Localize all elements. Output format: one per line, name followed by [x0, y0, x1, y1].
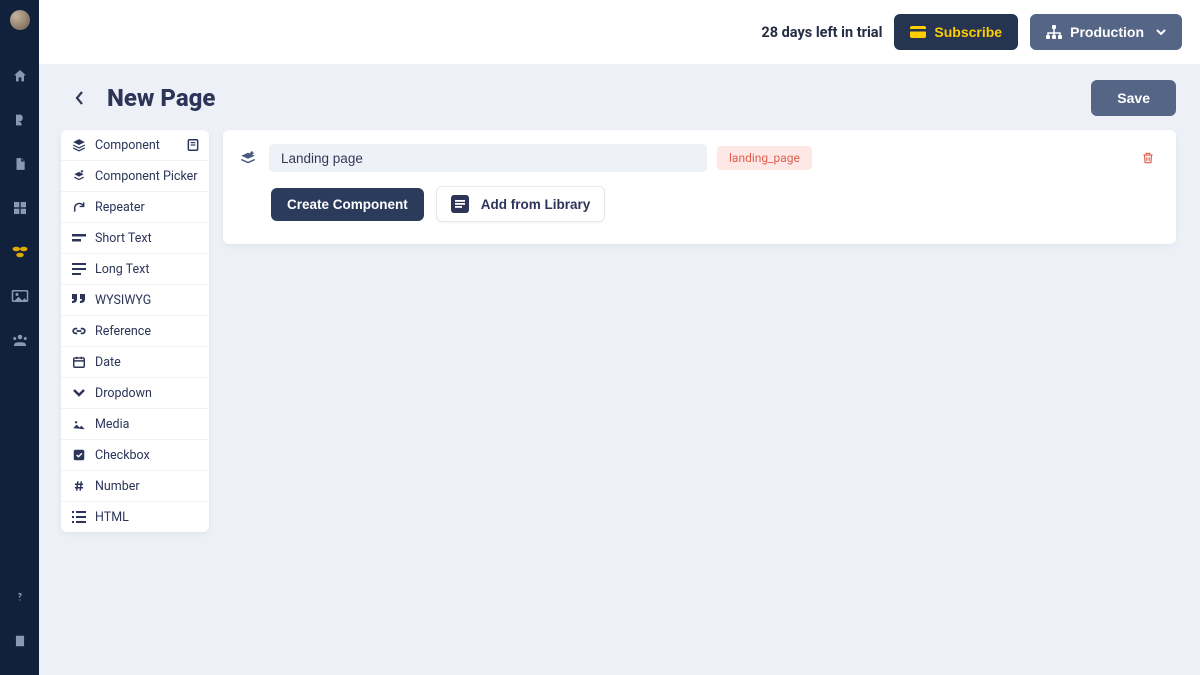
field-type-label: HTML	[95, 510, 129, 525]
short-text-icon	[71, 230, 87, 246]
nav-users-icon[interactable]	[0, 318, 39, 362]
nav-blog-icon[interactable]	[0, 98, 39, 142]
add-from-library-button[interactable]: Add from Library	[436, 186, 606, 222]
chevron-down-icon	[1156, 29, 1166, 35]
add-from-library-label: Add from Library	[481, 197, 591, 212]
layers-plus-icon	[71, 168, 87, 184]
subscribe-button[interactable]: Subscribe	[894, 14, 1018, 50]
field-type-label: Media	[95, 417, 129, 432]
drag-handle-icon[interactable]	[237, 147, 259, 169]
field-type-checkbox[interactable]: Checkbox	[61, 440, 209, 471]
field-type-media[interactable]: Media	[61, 409, 209, 440]
field-type-repeater[interactable]: Repeater	[61, 192, 209, 223]
network-icon	[1046, 25, 1062, 39]
avatar[interactable]	[10, 10, 30, 30]
link-icon	[71, 323, 87, 339]
component-canvas: landing_page Create Component	[223, 130, 1176, 244]
left-rail	[0, 0, 39, 675]
field-type-wysiwyg[interactable]: WYSIWYG	[61, 285, 209, 316]
long-text-icon	[71, 261, 87, 277]
calendar-icon	[71, 354, 87, 370]
nav-help-icon[interactable]	[0, 575, 39, 619]
nav-docs-icon[interactable]	[0, 619, 39, 663]
library-icon	[183, 136, 203, 154]
checkbox-icon	[71, 447, 87, 463]
environment-label: Production	[1070, 24, 1144, 40]
field-type-label: Repeater	[95, 200, 145, 215]
topbar: 28 days left in trial Subscribe Producti…	[39, 0, 1200, 64]
field-type-label: Date	[95, 355, 121, 370]
component-title-input[interactable]	[269, 144, 707, 172]
field-type-label: Dropdown	[95, 386, 152, 401]
delete-button[interactable]	[1138, 148, 1158, 168]
image-icon	[71, 416, 87, 432]
library-icon	[451, 195, 469, 213]
nav-fields-icon[interactable]	[0, 230, 39, 274]
chevron-down-icon	[71, 385, 87, 401]
nav-media-icon[interactable]	[0, 274, 39, 318]
nav-pages-icon[interactable]	[0, 142, 39, 186]
component-slug-chip: landing_page	[717, 146, 812, 170]
repeat-icon	[71, 199, 87, 215]
save-label: Save	[1117, 90, 1150, 106]
field-type-component-picker[interactable]: Component Picker	[61, 161, 209, 192]
nav-collections-icon[interactable]	[0, 186, 39, 230]
subscribe-label: Subscribe	[934, 24, 1002, 40]
trial-text: 28 days left in trial	[761, 24, 882, 41]
field-type-short-text[interactable]: Short Text	[61, 223, 209, 254]
field-type-label: Long Text	[95, 262, 149, 277]
hash-icon	[71, 478, 87, 494]
page-title: New Page	[107, 84, 215, 112]
field-type-label: Component Picker	[95, 169, 198, 184]
create-component-button[interactable]: Create Component	[271, 188, 424, 221]
quote-icon	[71, 292, 87, 308]
back-button[interactable]	[67, 86, 91, 110]
field-type-number[interactable]: Number	[61, 471, 209, 502]
field-type-label: Number	[95, 479, 140, 494]
field-type-html[interactable]: HTML	[61, 502, 209, 532]
field-types-panel: Component Component Picker	[61, 130, 209, 532]
field-type-label: Reference	[95, 324, 151, 339]
save-button[interactable]: Save	[1091, 80, 1176, 116]
field-type-label: Short Text	[95, 231, 152, 246]
field-type-dropdown[interactable]: Dropdown	[61, 378, 209, 409]
nav-home-icon[interactable]	[0, 54, 39, 98]
create-component-label: Create Component	[287, 197, 408, 212]
field-type-component[interactable]: Component	[61, 130, 209, 161]
environment-button[interactable]: Production	[1030, 14, 1182, 50]
layers-icon	[71, 137, 87, 153]
list-icon	[71, 509, 87, 525]
credit-card-icon	[910, 26, 926, 38]
field-type-reference[interactable]: Reference	[61, 316, 209, 347]
field-type-label: Component	[95, 138, 160, 153]
field-type-label: WYSIWYG	[95, 293, 151, 308]
field-type-date[interactable]: Date	[61, 347, 209, 378]
field-type-long-text[interactable]: Long Text	[61, 254, 209, 285]
field-type-label: Checkbox	[95, 448, 150, 463]
